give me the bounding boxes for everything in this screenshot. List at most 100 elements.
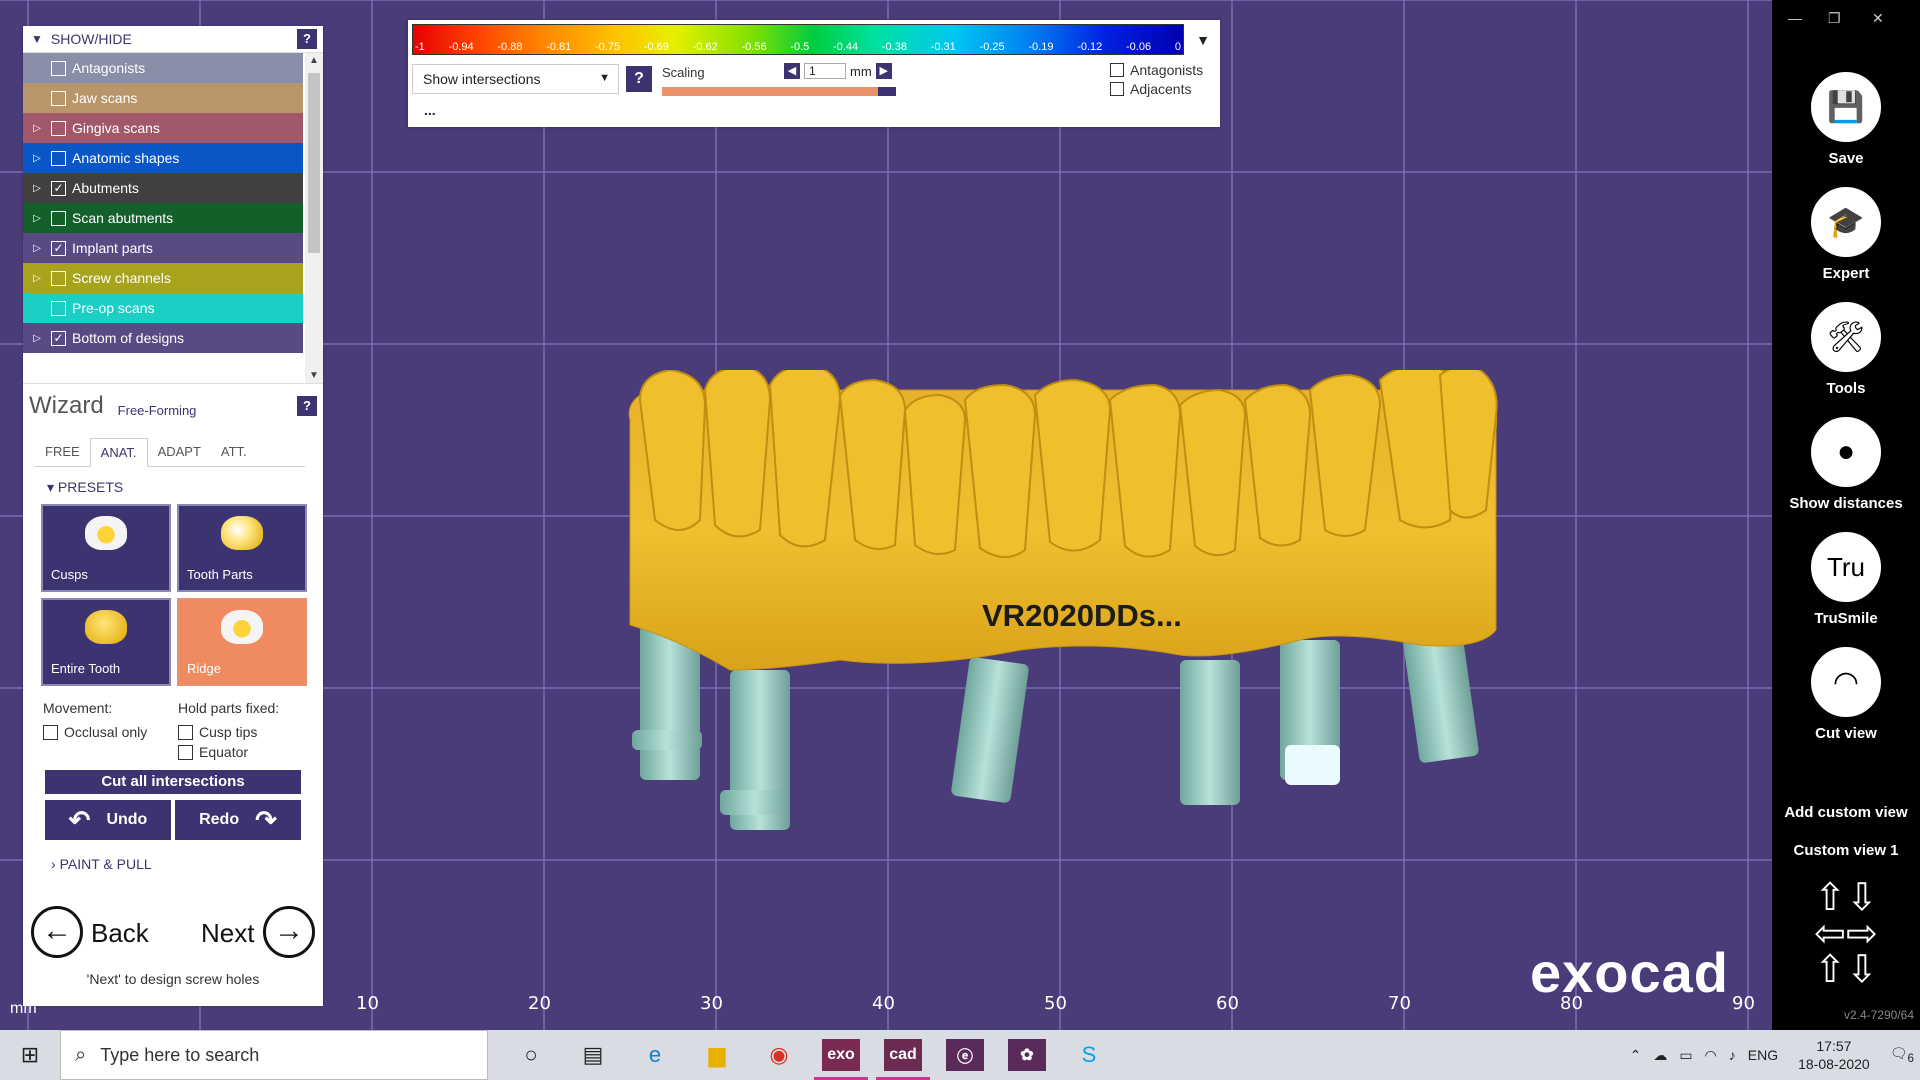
show-hide-item[interactable]: ▷ Anatomic shapes bbox=[23, 143, 303, 173]
show-hide-help-button[interactable]: ? bbox=[297, 29, 317, 49]
back-arrow-icon[interactable]: ← bbox=[31, 906, 83, 958]
chrome-icon[interactable]: ◉ bbox=[748, 1030, 810, 1080]
show-hide-header[interactable]: ▼ SHOW/HIDE ? bbox=[23, 26, 323, 53]
show-hide-item[interactable]: ▷ Scan abutments bbox=[23, 203, 303, 233]
edge-icon[interactable]: e bbox=[624, 1030, 686, 1080]
show-hide-item[interactable]: Jaw scans bbox=[23, 83, 303, 113]
view-direction-arrows-icon[interactable]: ⇧⇩ ⇦⇨ ⇧⇩ bbox=[1808, 879, 1884, 992]
dental-app-icon[interactable]: ✿ bbox=[996, 1030, 1058, 1080]
show-hide-item[interactable]: ▷ Gingiva scans bbox=[23, 113, 303, 143]
scale-increase-button[interactable]: ▶ bbox=[875, 63, 892, 79]
show-hide-item[interactable]: ▷ ✓ Bottom of designs bbox=[23, 323, 303, 353]
show-hide-item[interactable]: Pre-op scans bbox=[23, 293, 303, 323]
scroll-up-icon[interactable]: ▲ bbox=[309, 55, 319, 66]
slider-handle[interactable] bbox=[878, 87, 896, 96]
checkbox[interactable] bbox=[43, 724, 58, 740]
visibility-checkbox[interactable]: ✓ bbox=[51, 180, 66, 196]
scroll-down-icon[interactable]: ▼ bbox=[309, 370, 319, 381]
back-button-label[interactable]: Back bbox=[91, 918, 149, 949]
visibility-checkbox[interactable] bbox=[51, 90, 66, 106]
save-button[interactable]: 💾 Save bbox=[1772, 72, 1920, 167]
cloud-icon[interactable]: ☁ bbox=[1653, 1047, 1667, 1064]
scaling-value-input[interactable]: 1 bbox=[804, 63, 846, 79]
cusp-tips-toggle[interactable]: Cusp tips bbox=[178, 724, 313, 740]
show-hide-item[interactable]: ▷ ✓ Abutments bbox=[23, 173, 303, 203]
skype-icon[interactable]: S bbox=[1058, 1030, 1120, 1080]
show-distances-button[interactable]: ● Show distances bbox=[1772, 417, 1920, 512]
custom-view-1-button[interactable]: Custom view 1 bbox=[1772, 842, 1920, 859]
taskbar-search-box[interactable]: ⌕ Type here to search bbox=[60, 1030, 488, 1080]
minimize-icon[interactable]: — bbox=[1788, 10, 1802, 26]
more-options-button[interactable]: ... bbox=[424, 102, 436, 118]
preset-button[interactable]: Entire Tooth bbox=[41, 598, 171, 686]
task-view-icon[interactable]: ▤ bbox=[562, 1030, 624, 1080]
next-arrow-icon[interactable]: → bbox=[263, 906, 315, 958]
intersection-mode-select[interactable]: Show intersections ▼ bbox=[412, 64, 619, 94]
language-indicator[interactable]: ENG bbox=[1748, 1047, 1778, 1063]
show-hide-scrollbar[interactable]: ▲ ▼ bbox=[305, 53, 323, 383]
occlusal-only-toggle[interactable]: Occlusal only bbox=[43, 724, 178, 740]
wifi-icon[interactable]: ◠ bbox=[1705, 1047, 1717, 1064]
cortana-icon[interactable]: ○ bbox=[500, 1030, 562, 1080]
wizard-tab[interactable]: ADAPT bbox=[148, 438, 211, 466]
visibility-checkbox[interactable] bbox=[51, 210, 66, 226]
visibility-checkbox[interactable] bbox=[51, 270, 66, 286]
preset-button[interactable]: Ridge bbox=[177, 598, 307, 686]
wizard-tab[interactable]: ANAT. bbox=[89, 438, 148, 467]
expand-icon[interactable]: ▷ bbox=[23, 273, 51, 284]
show-hide-item[interactable]: ▷ ✓ Implant parts bbox=[23, 233, 303, 263]
checkbox[interactable] bbox=[178, 724, 193, 740]
expand-icon[interactable]: ▷ bbox=[23, 243, 51, 254]
scaling-slider[interactable] bbox=[662, 87, 896, 96]
tools-button[interactable]: 🛠 Tools bbox=[1772, 302, 1920, 397]
expand-icon[interactable]: ▷ bbox=[23, 213, 51, 224]
battery-icon[interactable]: ▭ bbox=[1679, 1047, 1692, 1064]
wizard-tab[interactable]: ATT. bbox=[211, 438, 257, 466]
exo-app-icon[interactable]: exo bbox=[810, 1030, 872, 1080]
visibility-checkbox[interactable] bbox=[51, 300, 66, 316]
close-icon[interactable]: ✕ bbox=[1872, 10, 1884, 27]
clock[interactable]: 17:57 18-08-2020 bbox=[1798, 1037, 1870, 1073]
preset-button[interactable]: Cusps bbox=[41, 504, 171, 592]
file-explorer-icon[interactable]: ▆ bbox=[686, 1030, 748, 1080]
redo-button[interactable]: Redo ↷ bbox=[175, 800, 301, 840]
show-hide-item[interactable]: ▷ Screw channels bbox=[23, 263, 303, 293]
equator-toggle[interactable]: Equator bbox=[178, 744, 313, 760]
visibility-checkbox[interactable]: ✓ bbox=[51, 240, 66, 256]
scroll-thumb[interactable] bbox=[308, 73, 320, 253]
cut-all-intersections-button[interactable]: Cut all intersections bbox=[45, 770, 301, 794]
visibility-checkbox[interactable] bbox=[51, 150, 66, 166]
cut-view-button[interactable]: ◠ Cut view bbox=[1772, 647, 1920, 742]
antagonists-toggle[interactable]: Antagonists bbox=[1110, 62, 1203, 78]
checkbox[interactable] bbox=[1110, 63, 1124, 77]
windows-start-icon[interactable]: ⊞ bbox=[0, 1042, 60, 1068]
undo-button[interactable]: ↶ Undo bbox=[45, 800, 171, 840]
presets-section-header[interactable]: ▾ PRESETS bbox=[47, 479, 323, 496]
checkbox[interactable] bbox=[1110, 82, 1124, 96]
restore-icon[interactable]: ❐ bbox=[1828, 10, 1841, 27]
visibility-checkbox[interactable] bbox=[51, 60, 66, 76]
exocad-viewer-icon[interactable]: ⓔ bbox=[934, 1030, 996, 1080]
toolbar-help-button[interactable]: ? bbox=[626, 66, 652, 92]
visibility-checkbox[interactable] bbox=[51, 120, 66, 136]
trusmile-button[interactable]: Tru TruSmile bbox=[1772, 532, 1920, 627]
wizard-tab[interactable]: FREE bbox=[35, 438, 90, 466]
scaling-stepper[interactable]: ◀ 1 mm ▶ bbox=[784, 63, 892, 79]
wizard-help-button[interactable]: ? bbox=[297, 396, 317, 416]
add-custom-view-button[interactable]: Add custom view bbox=[1772, 804, 1920, 821]
cad-app-icon[interactable]: cad bbox=[872, 1030, 934, 1080]
visibility-checkbox[interactable]: ✓ bbox=[51, 330, 66, 346]
expand-icon[interactable]: ▷ bbox=[23, 153, 51, 164]
adjacents-toggle[interactable]: Adjacents bbox=[1110, 81, 1203, 97]
preset-button[interactable]: Tooth Parts bbox=[177, 504, 307, 592]
expand-icon[interactable]: ▷ bbox=[23, 333, 51, 344]
show-hide-item[interactable]: Antagonists bbox=[23, 53, 303, 83]
volume-icon[interactable]: ♪ bbox=[1729, 1047, 1736, 1063]
expert-button[interactable]: 🎓 Expert bbox=[1772, 187, 1920, 282]
expand-icon[interactable]: ▷ bbox=[23, 183, 51, 194]
next-button-label[interactable]: Next bbox=[201, 918, 254, 949]
chevron-up-icon[interactable]: ⌃ bbox=[1630, 1047, 1642, 1064]
paint-pull-section-header[interactable]: › PAINT & PULL bbox=[51, 856, 323, 872]
chevron-down-icon[interactable]: ▼ bbox=[1196, 32, 1210, 48]
expand-icon[interactable]: ▷ bbox=[23, 123, 51, 134]
